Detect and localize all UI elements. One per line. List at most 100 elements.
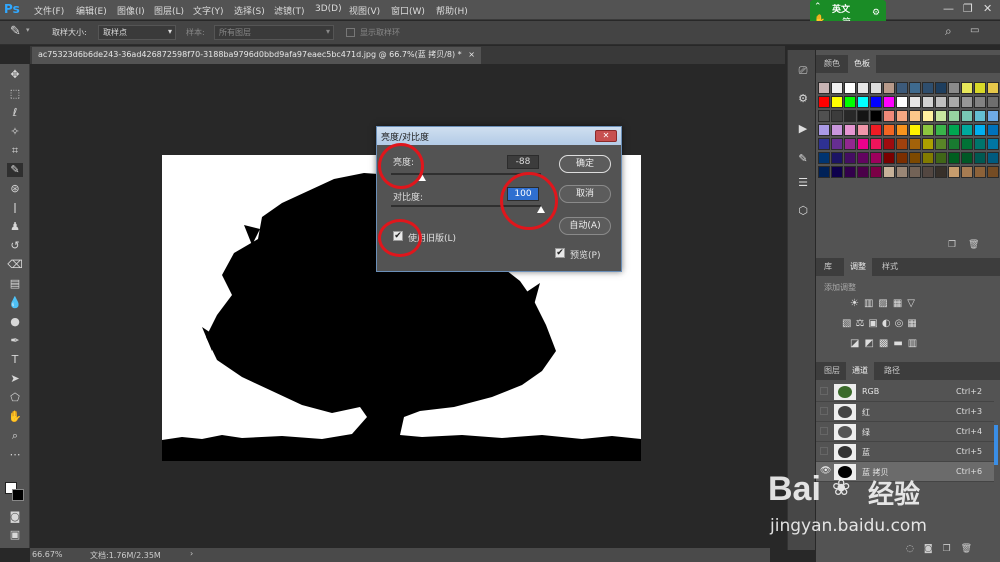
swatch[interactable] <box>870 96 882 108</box>
path-select-tool-icon[interactable]: ➤ <box>7 372 23 386</box>
swatch[interactable] <box>831 82 843 94</box>
visibility-toggle[interactable] <box>820 407 828 415</box>
tab-swatches[interactable]: 色板 <box>848 55 876 73</box>
swatch[interactable] <box>896 124 908 136</box>
sample-size-select[interactable]: 取样点 ▾ <box>98 25 176 40</box>
swatch[interactable] <box>818 96 830 108</box>
swatch[interactable] <box>896 96 908 108</box>
swatch[interactable] <box>857 110 869 122</box>
sample-select[interactable]: 所有图层 ▾ <box>214 25 334 40</box>
adjustment-icons-row3[interactable]: ◪◩▩▬▥ <box>850 338 922 349</box>
swatch[interactable] <box>857 124 869 136</box>
swatch[interactable] <box>883 82 895 94</box>
tool-preset-arrow-icon[interactable]: ▾ <box>26 26 30 34</box>
show-ring-checkbox[interactable] <box>346 28 355 37</box>
swatch[interactable] <box>974 124 986 136</box>
tab-adjustments[interactable]: 调整 <box>844 258 872 276</box>
swatch[interactable] <box>974 96 986 108</box>
screen-mode-icon[interactable]: ▣ <box>7 528 23 542</box>
swatch[interactable] <box>948 82 960 94</box>
workspace-icon[interactable]: ▭ <box>970 25 979 36</box>
swatch[interactable] <box>870 138 882 150</box>
visibility-toggle[interactable] <box>820 387 828 395</box>
swatch[interactable] <box>896 110 908 122</box>
swatch[interactable] <box>922 138 934 150</box>
swatch[interactable] <box>857 152 869 164</box>
magic-wand-tool-icon[interactable]: ✧ <box>7 125 23 139</box>
tab-paths[interactable]: 路径 <box>878 362 906 380</box>
swatch[interactable] <box>896 166 908 178</box>
swatch[interactable] <box>844 82 856 94</box>
swatch[interactable] <box>987 166 999 178</box>
swatch[interactable] <box>909 110 921 122</box>
swatch[interactable] <box>974 82 986 94</box>
swatch[interactable] <box>961 82 973 94</box>
swatch[interactable] <box>844 138 856 150</box>
swatch[interactable] <box>948 124 960 136</box>
swatch[interactable] <box>883 138 895 150</box>
swatch[interactable] <box>987 82 999 94</box>
swatch[interactable] <box>844 166 856 178</box>
swatch[interactable] <box>870 82 882 94</box>
swatch[interactable] <box>857 166 869 178</box>
history-panel-icon[interactable]: ⎚ <box>796 64 810 78</box>
swatch[interactable] <box>844 152 856 164</box>
swatch[interactable] <box>844 96 856 108</box>
swatch[interactable] <box>857 138 869 150</box>
swatch[interactable] <box>987 110 999 122</box>
restore-button[interactable]: ❐ <box>963 2 973 15</box>
swatch[interactable] <box>961 152 973 164</box>
swatch[interactable] <box>948 152 960 164</box>
channel-row[interactable]: 蓝 Ctrl+5 <box>816 442 994 462</box>
hand-tool-icon[interactable]: ✋ <box>7 410 23 424</box>
dodge-tool-icon[interactable]: ● <box>7 315 23 329</box>
swatch[interactable] <box>883 152 895 164</box>
tab-libraries[interactable]: 库 <box>818 258 838 276</box>
swatch[interactable] <box>818 124 830 136</box>
stamp-tool-icon[interactable]: ♟ <box>7 220 23 234</box>
swatch[interactable] <box>883 166 895 178</box>
swatch[interactable] <box>844 124 856 136</box>
swatch[interactable] <box>974 138 986 150</box>
marquee-tool-icon[interactable]: ⬚ <box>7 87 23 101</box>
swatch[interactable] <box>818 138 830 150</box>
swatch[interactable] <box>909 138 921 150</box>
delete-swatch-icon[interactable]: 🗑 <box>968 240 979 250</box>
menu-image[interactable]: 图像(I) <box>117 4 145 17</box>
actions-panel-icon[interactable]: ▶ <box>796 122 810 136</box>
swatch[interactable] <box>909 124 921 136</box>
channel-row[interactable]: RGB Ctrl+2 <box>816 382 994 402</box>
swatch[interactable] <box>948 138 960 150</box>
swatch[interactable] <box>961 166 973 178</box>
swatch[interactable] <box>857 96 869 108</box>
tab-color[interactable]: 颜色 <box>818 55 846 73</box>
eyedropper-icon[interactable]: ✎ <box>10 24 21 39</box>
swatch[interactable] <box>935 124 947 136</box>
lasso-tool-icon[interactable]: ℓ <box>7 106 23 120</box>
swatch[interactable] <box>818 82 830 94</box>
ok-button[interactable]: 确定 <box>559 155 611 173</box>
menu-layer[interactable]: 图层(L) <box>154 4 184 17</box>
tab-layers[interactable]: 图层 <box>818 362 846 380</box>
preview-checkbox[interactable]: ✔ <box>555 248 565 258</box>
channel-row[interactable]: 红 Ctrl+3 <box>816 402 994 422</box>
zoom-level[interactable]: 66.67% <box>32 550 63 559</box>
swatch[interactable] <box>909 152 921 164</box>
swatch[interactable] <box>922 82 934 94</box>
swatch[interactable] <box>818 152 830 164</box>
swatch[interactable] <box>831 138 843 150</box>
tab-styles[interactable]: 样式 <box>876 258 904 276</box>
search-icon[interactable]: ⌕ <box>945 24 952 39</box>
menu-file[interactable]: 文件(F) <box>34 4 64 17</box>
adjust-panel-icon[interactable]: ☰ <box>796 176 810 190</box>
crop-tool-icon[interactable]: ⌗ <box>7 144 23 158</box>
menu-3d[interactable]: 3D(D) <box>315 4 342 14</box>
cancel-button[interactable]: 取消 <box>559 185 611 203</box>
swatch[interactable] <box>909 96 921 108</box>
new-swatch-icon[interactable]: ❐ <box>948 240 956 250</box>
swatch[interactable] <box>870 166 882 178</box>
pen-tool-icon[interactable]: ✒ <box>7 334 23 348</box>
adjustment-icons-row1[interactable]: ☀▥▨▦▽ <box>850 298 920 309</box>
swatch[interactable] <box>831 152 843 164</box>
swatch[interactable] <box>922 166 934 178</box>
